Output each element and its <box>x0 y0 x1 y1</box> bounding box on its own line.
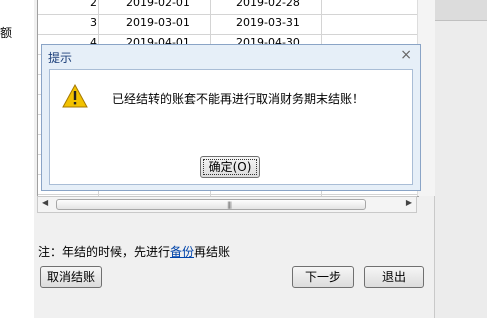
warning-icon <box>62 84 88 108</box>
period-number-cell: 3 <box>90 16 97 29</box>
ok-button[interactable]: 确定(O) <box>200 156 260 178</box>
ok-button-label: 确定(O) <box>203 159 257 175</box>
next-step-button[interactable]: 下一步 <box>292 266 354 288</box>
alert-dialog: 提示 × 已经结转的账套不能再进行取消财务期末结账！ 确定(O) <box>41 44 421 191</box>
period-end-cell: 2019-02-28 <box>236 0 300 9</box>
cancel-closing-button[interactable]: 取消结账 <box>40 266 102 288</box>
horizontal-scrollbar[interactable]: ◀ ||| ▶ <box>37 196 417 213</box>
dialog-message: 已经结转的账套不能再进行取消财务期末结账！ <box>112 92 365 106</box>
period-end-cell: 2019-03-31 <box>236 16 300 29</box>
note-prefix: 注：年结的时候，先进行 <box>38 245 171 259</box>
background-right-panel <box>434 0 487 318</box>
backup-link[interactable]: 备份 <box>170 245 194 259</box>
note-suffix: 再结账 <box>194 245 231 259</box>
background-right-header <box>435 0 487 21</box>
dialog-body: 已经结转的账套不能再进行取消财务期末结账！ 确定(O) <box>49 69 413 185</box>
period-number-cell: 2 <box>90 0 97 9</box>
background-left-text: 额 <box>0 26 13 40</box>
year-end-note: 注：年结的时候，先进行备份再结账 <box>38 243 230 260</box>
dialog-title: 提示 <box>48 51 73 65</box>
scrollbar-thumb[interactable]: ||| <box>56 199 366 210</box>
grip-icon: ||| <box>227 201 232 209</box>
scroll-left-icon[interactable]: ◀ <box>42 198 48 207</box>
table-row[interactable]: 2 2019-02-01 2019-02-28 <box>38 0 418 15</box>
exit-button[interactable]: 退出 <box>364 266 424 288</box>
close-icon[interactable]: × <box>400 47 412 63</box>
period-start-cell: 2019-03-01 <box>126 16 190 29</box>
period-start-cell: 2019-02-01 <box>126 0 190 9</box>
scroll-right-icon[interactable]: ▶ <box>406 198 412 207</box>
table-row[interactable]: 3 2019-03-01 2019-03-31 <box>38 14 418 35</box>
background-left-panel: 额 <box>0 0 35 318</box>
